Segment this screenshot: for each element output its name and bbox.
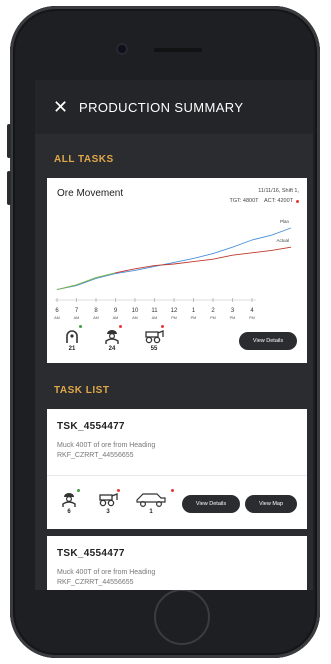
stat-value: 21 (68, 346, 76, 352)
card-divider (47, 475, 307, 476)
x-tick-label: 3 (231, 308, 235, 314)
status-dot (79, 325, 82, 328)
status-dot (161, 325, 164, 328)
series-line (56, 227, 292, 291)
task-id: TSK_4554477 (57, 421, 125, 432)
x-tick-label-ampm: AM (54, 316, 60, 320)
actual-label: ACT: 4200T (263, 198, 293, 204)
view-details-button[interactable]: View Details (182, 495, 240, 513)
task-description: Muck 400T of ore from Heading RKF_CZRRT_… (57, 568, 155, 588)
x-tick-label-ampm: AM (132, 316, 138, 320)
truck-icon (136, 493, 166, 507)
app-screen: ✕ PRODUCTION SUMMARY ALL TASKS Ore Movem… (35, 80, 313, 590)
x-tick-label-ampm: AM (74, 316, 80, 320)
home-button[interactable] (154, 589, 210, 645)
task-description-text: Muck 400T of ore from Heading (57, 442, 156, 449)
target-actual-label: TGT: 4800T ACT: 4200T (225, 198, 293, 204)
task-description-text: Muck 400T of ore from Heading (57, 569, 156, 576)
x-tick-label-ampm: AM (93, 316, 99, 320)
x-tick-label: 12 (171, 308, 178, 314)
ore-movement-card: Ore Movement 11/11/16, Shift 1, TGT: 480… (47, 178, 307, 363)
x-tick-label: 11 (151, 308, 158, 314)
loader-icon (99, 493, 118, 507)
volume-up-button (7, 124, 11, 158)
target-label: TGT: 4800T (229, 198, 259, 204)
actual-status-dot (296, 200, 299, 203)
x-tick-label-ampm: PM (230, 316, 236, 320)
stat-trucks: 1 (131, 491, 171, 515)
earpiece-speaker (154, 48, 202, 52)
card-title: Ore Movement (57, 188, 124, 199)
view-map-button[interactable]: View Map (245, 495, 297, 513)
task-card: TSK_4554477 Muck 400T of ore from Headin… (47, 536, 307, 590)
status-dot (117, 489, 120, 492)
stat-loaders: 3 (95, 491, 121, 515)
task-reference: RKF_CZRRT_44556655 (57, 579, 134, 586)
status-dot (119, 325, 122, 328)
volume-down-button (7, 171, 11, 205)
section-title-all-tasks: ALL TASKS (54, 154, 114, 165)
stat-value: 1 (149, 509, 153, 515)
series-label: Plan (280, 219, 290, 224)
task-id: TSK_4554477 (57, 548, 125, 559)
x-tick-label: 2 (211, 308, 215, 314)
stat-value: 24 (108, 346, 116, 352)
x-tick-label-ampm: PM (171, 316, 177, 320)
series-line (56, 272, 116, 291)
stat-workers: 24 (101, 328, 123, 352)
task-card: TSK_4554477 Muck 400T of ore from Headin… (47, 409, 307, 529)
worker-icon (105, 330, 119, 344)
view-details-button[interactable]: View Details (239, 332, 297, 350)
miner-icon (66, 330, 78, 343)
x-tick-label: 8 (94, 308, 98, 314)
x-tick-label: 4 (250, 308, 254, 314)
x-tick-label: 9 (114, 308, 118, 314)
x-tick-label: 1 (192, 308, 196, 314)
x-tick-label-ampm: AM (152, 316, 158, 320)
x-tick-label-ampm: PM (191, 316, 197, 320)
x-tick-label: 7 (75, 308, 79, 314)
section-title-task-list: TASK LIST (54, 385, 110, 396)
task-reference: RKF_CZRRT_44556655 (57, 452, 134, 459)
close-icon[interactable]: ✕ (53, 98, 69, 116)
ore-movement-chart: 6 AM 7 AM 8 AM 9 AM 10 AM 11 AM 12 PM 1 PM 2 PM 3 PM 4 PM Plan… (54, 219, 292, 320)
page-title: PRODUCTION SUMMARY (79, 99, 244, 115)
stat-miners: 21 (61, 328, 83, 352)
x-tick-label-ampm: AM (113, 316, 119, 320)
stat-value: 55 (150, 346, 158, 352)
stat-value: 3 (106, 509, 110, 515)
status-dot (171, 489, 174, 492)
date-shift-label: 11/11/16, Shift 1, (258, 188, 299, 194)
x-tick-label: 10 (132, 308, 139, 314)
x-tick-label-ampm: PM (249, 316, 255, 320)
worker-icon (62, 493, 76, 507)
status-dot (77, 489, 80, 492)
app-header: ✕ PRODUCTION SUMMARY (35, 80, 313, 134)
front-camera (118, 45, 126, 53)
task-description: Muck 400T of ore from Heading RKF_CZRRT_… (57, 441, 155, 461)
loader-icon (145, 330, 164, 344)
stat-loaders: 55 (141, 328, 167, 352)
stat-workers: 6 (59, 491, 79, 515)
x-tick-label: 6 (55, 308, 59, 314)
series-label: Actual (276, 238, 289, 243)
stat-value: 6 (67, 509, 71, 515)
x-tick-label-ampm: PM (210, 316, 216, 320)
